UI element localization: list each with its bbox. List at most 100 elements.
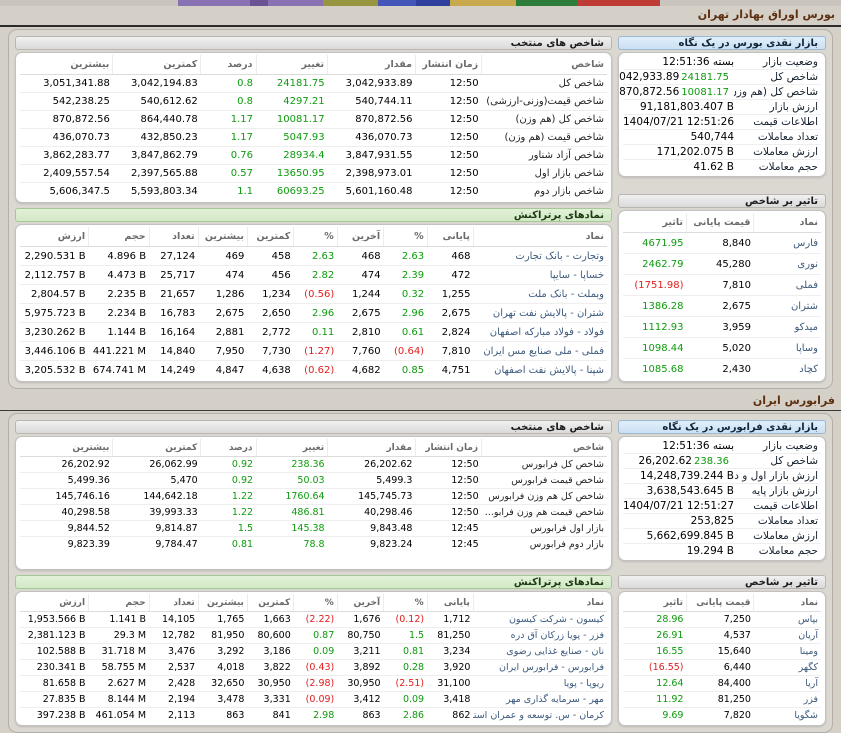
close-price: 6,440 [686, 660, 753, 676]
symbol-row[interactable]: کیسون - شرکت کیسون 1,712 (0.12) 1,676 (2… [20, 612, 607, 628]
symbol-name[interactable]: فولاد - فولاد مبارکه اصفهان [473, 323, 607, 342]
symbol-name[interactable]: شگویا [754, 708, 821, 724]
index-row[interactable]: شاخص کل 12:50 3,042,933.89 24181.75 0.8 … [20, 75, 607, 93]
symbol-name[interactable]: کرمان - س. توسعه و عمران استان کرمان [473, 708, 607, 724]
symbol-row[interactable]: مهر - سرمایه گذاری مهر 3,418 0.09 3,412 … [20, 692, 607, 708]
index-name[interactable]: شاخص بازار دوم [482, 183, 607, 201]
impact-row[interactable]: فارس 8,840 4671.95 [623, 233, 821, 254]
index-name[interactable]: شاخص قیمت (هم وزن) [482, 129, 607, 147]
symbol-name[interactable]: شپنا - پالایش نفت اصفهان [473, 361, 607, 380]
symbol-name[interactable]: وبملت - بانک ملت [473, 285, 607, 304]
impact-row[interactable]: فزر 81,250 11.92 [623, 692, 821, 708]
index-row[interactable]: شاخص قیمت فرابورس 12:50 5,499.3 50.03 0.… [20, 473, 607, 489]
impact-row[interactable]: ومینا 15,640 16.55 [623, 644, 821, 660]
symbol-row[interactable]: خساپا - سایپا 472 2.39 474 2.82 456 474 … [20, 266, 607, 285]
index-row[interactable]: شاخص بازار اول 12:50 2,398,973.01 13650.… [20, 165, 607, 183]
index-row[interactable]: بازار اول فرابورس 12:45 9,843.48 145.38 … [20, 521, 607, 537]
index-name[interactable]: شاخص بازار اول [482, 165, 607, 183]
symbol-name[interactable]: فملی [754, 275, 821, 296]
index-row[interactable]: شاخص قیمت هم وزن فرابو... 12:50 40,298.4… [20, 505, 607, 521]
index-row[interactable]: شاخص کل هم وزن فرابورس 12:50 145,745.73 … [20, 489, 607, 505]
symbol-row[interactable]: فولاد - فولاد مبارکه اصفهان 2,824 0.61 2… [20, 323, 607, 342]
symbol-name[interactable]: فزر [754, 692, 821, 708]
last-percent: 2.98 [294, 708, 338, 724]
index-name[interactable]: شاخص قیمت(وزنی-ارزشی) [482, 93, 607, 111]
index-name[interactable]: شاخص کل [482, 75, 607, 93]
index-row[interactable]: شاخص بازار دوم 12:50 5,601,160.48 60693.… [20, 183, 607, 201]
index-name[interactable]: شاخص کل فرابورس [482, 457, 607, 473]
impact-row[interactable]: نوری 45,280 2462.79 [623, 254, 821, 275]
symbol-row[interactable]: فملی - ملی صنایع مس ایران 7,810 (0.64) 7… [20, 342, 607, 361]
symbol-row[interactable]: فزر - پویا زرکان آق دره 81,250 1.5 80,75… [20, 628, 607, 644]
index-row[interactable]: بازار دوم فرابورس 12:45 9,823.24 78.8 0.… [20, 537, 607, 553]
symbol-name[interactable]: فارس [754, 233, 821, 254]
impact-row[interactable]: بپاس 7,250 28.96 [623, 612, 821, 628]
index-name[interactable]: شاخص قیمت فرابورس [482, 473, 607, 489]
symbol-name[interactable]: آریان [754, 628, 821, 644]
symbol-row[interactable]: فرابورس - فرابورس ایران 3,920 0.28 3,892… [20, 660, 607, 676]
impact-row[interactable]: شتران 2,675 1386.28 [623, 296, 821, 317]
symbol-row[interactable]: کرمان - س. توسعه و عمران استان کرمان 862… [20, 708, 607, 724]
index-name[interactable]: شاخص کل هم وزن فرابورس [482, 489, 607, 505]
symbol-name[interactable]: فرابورس - فرابورس ایران [473, 660, 607, 676]
symbol-name[interactable]: ومینا [754, 644, 821, 660]
symbol-name[interactable]: بپاس [754, 612, 821, 628]
index-name[interactable]: بازار دوم فرابورس [482, 537, 607, 553]
symbol-name[interactable]: شتران - پالایش نفت تهران [473, 304, 607, 323]
impact-row[interactable]: میدکو 3,959 1112.93 [623, 317, 821, 338]
index-row[interactable]: شاخص قیمت(وزنی-ارزشی) 12:50 540,744.11 4… [20, 93, 607, 111]
index-row[interactable]: شاخص قیمت (هم وزن) 12:50 436,070.73 5047… [20, 129, 607, 147]
index-name[interactable]: بازار اول فرابورس [482, 521, 607, 537]
col-header-high: بیشترین [20, 439, 113, 457]
index-high: 3,862,283.77 [20, 147, 113, 165]
symbol-name[interactable]: نان - صنایع غذایی رضوی [473, 644, 607, 660]
index-row[interactable]: شاخص کل (هم وزن) 12:50 870,872.56 10081.… [20, 111, 607, 129]
col-header-value: ارزش [20, 227, 89, 247]
impact-row[interactable]: آریا 84,400 12.64 [623, 676, 821, 692]
index-row[interactable]: شاخص کل فرابورس 12:50 26,202.62 238.36 0… [20, 457, 607, 473]
symbol-name[interactable]: فزر - پویا زرکان آق دره [473, 628, 607, 644]
symbol-name[interactable]: کگهر [754, 660, 821, 676]
impact-row[interactable]: فملی 7,810 (1751.98) [623, 275, 821, 296]
symbol-row[interactable]: وتجارت - بانک تجارت 468 2.63 468 2.63 45… [20, 247, 607, 266]
symbol-name[interactable]: کچاد [754, 359, 821, 380]
impact-row[interactable]: آریان 4,537 26.91 [623, 628, 821, 644]
impact-row[interactable]: کگهر 6,440 (16.55) [623, 660, 821, 676]
symbol-name[interactable]: وتجارت - بانک تجارت [473, 247, 607, 266]
glance-row: وضعیت بازار بسته 12:51:36 [623, 55, 821, 69]
index-row[interactable]: شاخص آزاد شناور 12:50 3,847,931.55 28934… [20, 147, 607, 165]
symbol-name[interactable]: کیسون - شرکت کیسون [473, 612, 607, 628]
impact-row[interactable]: شگویا 7,820 9.69 [623, 708, 821, 724]
symbol-row[interactable]: شپنا - پالایش نفت اصفهان 4,751 0.85 4,68… [20, 361, 607, 380]
trade-volume: 4.896 B [89, 247, 149, 266]
index-low: 5,593,803.34 [113, 183, 201, 201]
col-header-publish-time: زمان انتشار [415, 439, 481, 457]
trade-volume: 8.144 M [89, 692, 149, 708]
symbol-name[interactable]: مهر - سرمایه گذاری مهر [473, 692, 607, 708]
symbol-name[interactable]: خساپا - سایپا [473, 266, 607, 285]
symbol-name[interactable]: نوری [754, 254, 821, 275]
symbol-row[interactable]: ریوپا - پویا 31,100 (2.51) 30,950 (2.98)… [20, 676, 607, 692]
last-price: 468 [337, 247, 383, 266]
trade-value: 2,381.123 B [20, 628, 89, 644]
farabourse-impact-header-bar: تاثیر بر شاخص [618, 575, 826, 589]
symbol-name[interactable]: فملی - ملی صنایع مس ایران [473, 342, 607, 361]
publish-time: 12:50 [415, 505, 481, 521]
symbol-name[interactable]: ریوپا - پویا [473, 676, 607, 692]
index-name[interactable]: شاخص قیمت هم وزن فرابو... [482, 505, 607, 521]
symbol-row[interactable]: نان - صنایع غذایی رضوی 3,234 0.81 3,211 … [20, 644, 607, 660]
impact-row[interactable]: کچاد 2,430 1085.68 [623, 359, 821, 380]
index-name[interactable]: شاخص آزاد شناور [482, 147, 607, 165]
index-name[interactable]: شاخص کل (هم وزن) [482, 111, 607, 129]
symbol-row[interactable]: وبملت - بانک ملت 1,255 0.32 1,244 (0.56)… [20, 285, 607, 304]
symbol-row[interactable]: شتران - پالایش نفت تهران 2,675 2.96 2,67… [20, 304, 607, 323]
glance-label: ارزش بازار [734, 101, 821, 113]
symbol-name[interactable]: میدکو [754, 317, 821, 338]
symbol-name[interactable]: آریا [754, 676, 821, 692]
symbol-name[interactable]: شتران [754, 296, 821, 317]
trade-count: 14,105 [149, 612, 198, 628]
index-impact-value: 1098.44 [623, 338, 686, 359]
symbol-name[interactable]: وساپا [754, 338, 821, 359]
col-header-close: پایانی [427, 227, 473, 247]
impact-row[interactable]: وساپا 5,020 1098.44 [623, 338, 821, 359]
